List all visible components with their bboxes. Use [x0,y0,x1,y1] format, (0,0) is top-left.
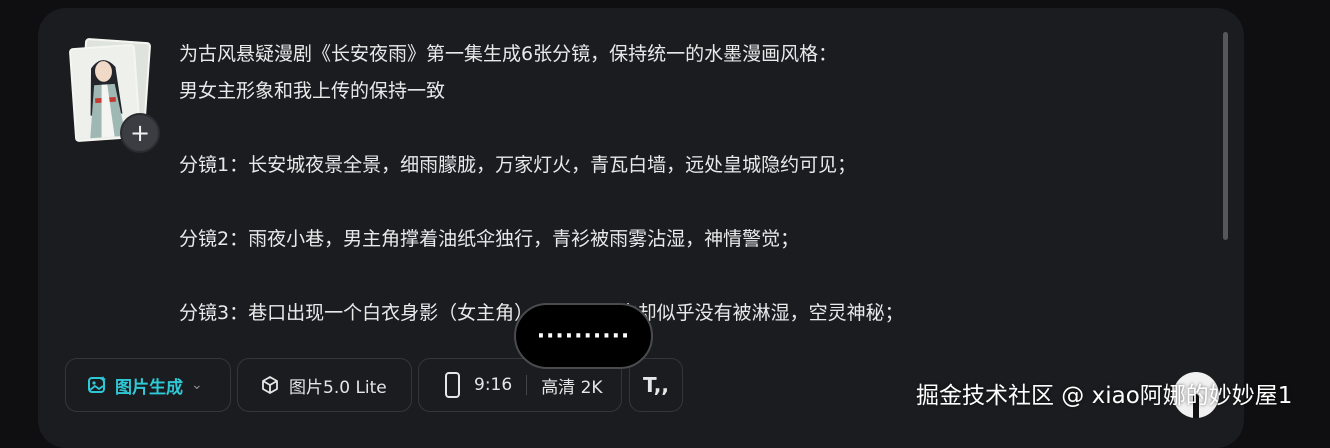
prompt-line [179,110,1209,147]
prompt-line: 男女主形象和我上传的保持一致 [179,80,446,102]
prompt-line: 分镜1：长安城夜景全景，细雨朦胧，万家灯火，青瓦白墙，远处皇城隐约可见； [179,154,857,176]
model-selector-button[interactable]: 图片5.0 Lite [237,358,412,412]
prompt-line: 为古风悬疑漫剧《长安夜雨》第一集生成6张分镜，保持统一的水墨漫画风格： [179,43,838,65]
prompt-line [179,184,1209,221]
chevron-down-icon: ⌄ [191,377,203,393]
prompt-line: 分镜2：雨夜小巷，男主角撑着油纸伞独行，青衫被雨雾沾湿，神情警觉； [179,228,800,250]
model-label: 图片5.0 Lite [289,377,387,398]
watermark: 掘金技术社区 @ xiao阿娜的妙妙屋1 [916,383,1293,409]
divider [526,375,528,395]
prompt-line: 分镜3：巷口出现一个白衣身影（女主角），她站在雨中却似乎没有被淋湿，空灵神秘； [179,295,1209,332]
phone-portrait-icon [445,372,460,398]
plus-icon: + [129,119,151,147]
aspect-ratio-label: 9:16 [474,375,513,395]
generation-mode-dropdown[interactable]: 图片生成 ⌄ [65,358,231,412]
loading-indicator: ·········· [514,303,653,369]
prompt-line [179,258,1209,295]
loading-dots: ·········· [536,323,631,349]
quality-label: 高清 2K [541,377,603,398]
add-reference-button[interactable]: + [120,113,160,153]
text-format-button[interactable]: T,, [629,358,683,412]
image-sparkle-icon [88,376,106,393]
prompt-textarea[interactable]: 为古风悬疑漫剧《长安夜雨》第一集生成6张分镜，保持统一的水墨漫画风格： 男女主形… [179,36,1209,332]
prompt-scrollbar[interactable] [1223,32,1228,240]
generation-mode-label: 图片生成 [115,377,183,398]
text-format-icon: T,, [643,373,669,397]
cube-icon [262,376,278,394]
